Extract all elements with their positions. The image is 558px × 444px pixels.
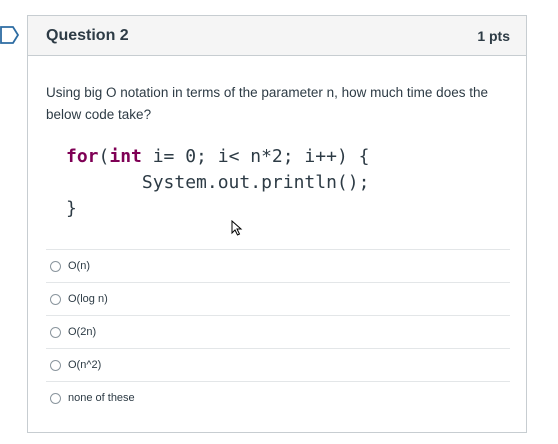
question-body: Using big O notation in terms of the par…: [28, 56, 526, 222]
answer-label: O(n^2): [68, 359, 102, 371]
question-text: Using big O notation in terms of the par…: [46, 85, 488, 122]
code-block: for(int i= 0; i< n*2; i++) { System.out.…: [66, 144, 508, 222]
answer-label: none of these: [68, 392, 135, 404]
answer-option[interactable]: O(log n): [46, 282, 510, 315]
flag-question-icon[interactable]: [0, 26, 20, 44]
radio-button[interactable]: [50, 260, 61, 272]
code-keyword-int: int: [109, 146, 142, 167]
code-line-2: System.out.println();: [66, 172, 370, 193]
code-keyword-for: for: [66, 146, 99, 167]
question-points: 1 pts: [477, 27, 510, 44]
answer-option[interactable]: none of these: [46, 381, 510, 414]
answer-option[interactable]: O(n): [46, 249, 510, 282]
code-line-3: }: [66, 198, 77, 219]
question-header: Question 2 1 pts: [28, 16, 526, 56]
answer-option[interactable]: O(n^2): [46, 348, 510, 381]
question-title: Question 2: [46, 26, 129, 44]
radio-button[interactable]: [50, 326, 61, 338]
mouse-pointer-icon: [231, 220, 243, 236]
question-card: Question 2 1 pts Using big O notation in…: [27, 15, 527, 433]
answer-label: O(2n): [68, 326, 97, 338]
code-paren: (: [98, 146, 110, 167]
radio-button[interactable]: [50, 359, 61, 371]
radio-button[interactable]: [50, 392, 61, 404]
answer-label: O(log n): [68, 293, 108, 305]
radio-button[interactable]: [50, 293, 61, 305]
answer-option[interactable]: O(2n): [46, 315, 510, 348]
code-line-1-rest: i= 0; i< n*2; i++) {: [141, 146, 370, 167]
answer-list: O(n) O(log n) O(2n) O(n^2) none of these: [46, 249, 510, 414]
answer-label: O(n): [68, 260, 90, 272]
